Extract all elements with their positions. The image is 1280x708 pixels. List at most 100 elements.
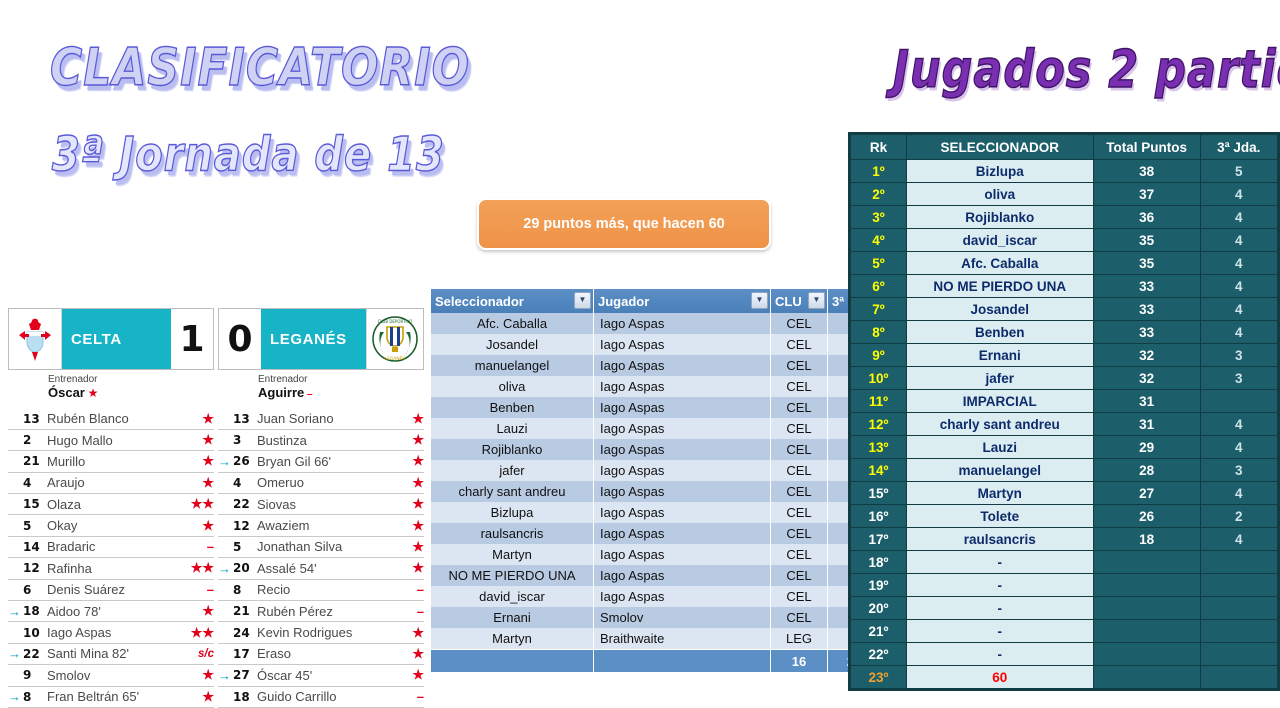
ranking-row: 2º oliva 37 4 [850,182,1279,206]
player-name: Juan Soriano [257,411,334,427]
home-coach-label: Entrenador [48,374,98,385]
away-coach-label: Entrenador [258,374,308,385]
pick-club: CEL [770,355,828,376]
player-row: 9 Smolov ★ [8,665,214,687]
lineups: 13 Rubén Blanco ★ 2 Hugo Mallo ★ 21 Murillo ★ 4 Ar… [8,406,424,708]
player-number: 15 [23,497,40,512]
filter-active-icon-seleccionador[interactable]: ▼ [574,292,591,309]
player-name: Kevin Rodrigues [257,625,353,641]
player-rating: ★ [412,474,424,490]
picks-header-jornada-label: 3ª [832,293,845,309]
player-number: 21 [233,604,250,619]
pick-club: CEL [770,397,828,418]
ranking-header-rk: Rk [850,134,907,160]
pick-seleccionador: Ernani [431,607,594,628]
ranking-jornada-points: 4 [1199,435,1279,459]
picks-table-row: david_iscarIago AspasCEL2 [431,586,881,607]
player-row: 21 Murillo ★ [8,451,214,473]
page-title-jugados: Jugados 2 partidos [892,39,1280,100]
picks-table-row: charly sant andreuIago AspasCEL2 [431,481,881,502]
picks-table-total-row: 1629 [431,649,881,672]
picks-table[interactable]: Seleccionador ▼ Jugador ▼ CLU ▼ 3ª ▼ Afc… [430,288,882,673]
ranking-position: 5º [850,251,907,275]
ranking-position: 17º [850,527,907,551]
picks-header-jugador-label: Jugador [598,293,650,309]
player-name: Recio [257,582,291,598]
substitution-arrow-icon: → [218,453,231,469]
player-number: 20 [233,561,250,576]
ranking-seleccionador: IMPARCIAL [905,389,1094,413]
player-row: 2 Hugo Mallo ★ [8,430,214,452]
player-rating: – [416,689,424,705]
player-rating: ★ [202,667,214,683]
home-team: CELTA 1 Entrenador Óscar ★ [8,308,214,404]
player-rating: ★ [202,517,214,533]
ranking-header-row: Rk SELECCIONADOR Total Puntos 3ª Jda. [850,134,1279,160]
ranking-header-jornada: 3ª Jda. [1199,134,1279,160]
pick-club: CEL [770,376,828,397]
pick-club: CEL [770,544,828,565]
player-rating: ★ [202,688,214,704]
ranking-jornada-points: 4 [1199,412,1279,436]
pick-club: CEL [770,502,828,523]
player-row: 15 Olaza ★★ [8,494,214,516]
ranking-seleccionador: - [905,596,1094,620]
pick-club: CEL [770,565,828,586]
player-row: 6 Denis Suárez – [8,580,214,601]
filter-active-icon-club[interactable]: ▼ [808,292,825,309]
player-name: Guido Carrillo [257,689,337,705]
substitution-arrow-icon: → [8,689,21,705]
ranking-row: 5º Afc. Caballa 35 4 [850,251,1279,275]
player-row: 24 Kevin Rodrigues ★ [218,622,424,644]
picks-table-row: manuelangelIago AspasCEL2 [431,355,881,376]
ranking-position: 2º [850,182,907,206]
player-number: 18 [233,689,250,704]
home-coach: Entrenador Óscar ★ [8,370,214,404]
substitution-arrow-icon: → [218,560,231,576]
player-name: Eraso [257,646,291,662]
player-name: Bradaric [47,539,96,555]
player-row: 13 Rubén Blanco ★ [8,408,214,430]
picks-header-club[interactable]: CLU ▼ [770,289,828,313]
player-rating: ★ [412,538,424,554]
leganes-crest-icon: CLUB DEPORTIVO LEGANÉS [366,309,423,369]
pick-jugador: Iago Aspas [593,397,771,418]
player-row: 12 Rafinha ★★ [8,558,214,580]
ranking-position: 8º [850,320,907,344]
pick-seleccionador: Martyn [431,544,594,565]
player-name: Óscar 45' [257,667,313,683]
picks-header-seleccionador[interactable]: Seleccionador ▼ [431,289,594,313]
ranking-row: 10º jafer 32 3 [850,366,1279,390]
ranking-jornada-points: 4 [1199,228,1279,252]
ranking-total-points [1092,573,1201,597]
picks-header-seleccionador-label: Seleccionador [435,293,524,309]
ranking-seleccionador: - [905,550,1094,574]
player-name: Okay [47,518,78,534]
pick-seleccionador: Josandel [431,334,594,355]
ranking-row: 1º Bizlupa 38 5 [850,159,1279,183]
ranking-total-points [1092,550,1201,574]
player-name: Bryan Gil 66' [257,453,332,469]
pick-seleccionador: oliva [431,376,594,397]
pick-jugador: Iago Aspas [593,586,771,607]
ranking-total-points: 33 [1092,320,1201,344]
ranking-position: 1º [850,159,907,183]
player-rating: ★ [202,474,214,490]
ranking-position: 21º [850,619,907,643]
picks-header-jugador[interactable]: Jugador ▼ [593,289,771,313]
ranking-row: 16º Tolete 26 2 [850,504,1279,528]
ranking-total-points [1092,642,1201,666]
ranking-row: 22º - [850,642,1279,666]
total-club-count: 16 [770,649,828,672]
substitution-arrow-icon: → [8,603,21,619]
picks-table-header-row: Seleccionador ▼ Jugador ▼ CLU ▼ 3ª ▼ [431,289,881,313]
chevron-down-icon-jugador[interactable]: ▼ [751,292,768,309]
player-name: Hugo Mallo [47,432,113,448]
ranking-jornada-points: 4 [1199,481,1279,505]
pick-seleccionador: manuelangel [431,355,594,376]
player-number: 9 [23,668,32,683]
player-number: 8 [233,582,242,597]
player-name: Iago Aspas [47,625,112,641]
player-row: → 22 Santi Mina 82' s/c [8,644,214,666]
player-number: 22 [23,646,40,661]
